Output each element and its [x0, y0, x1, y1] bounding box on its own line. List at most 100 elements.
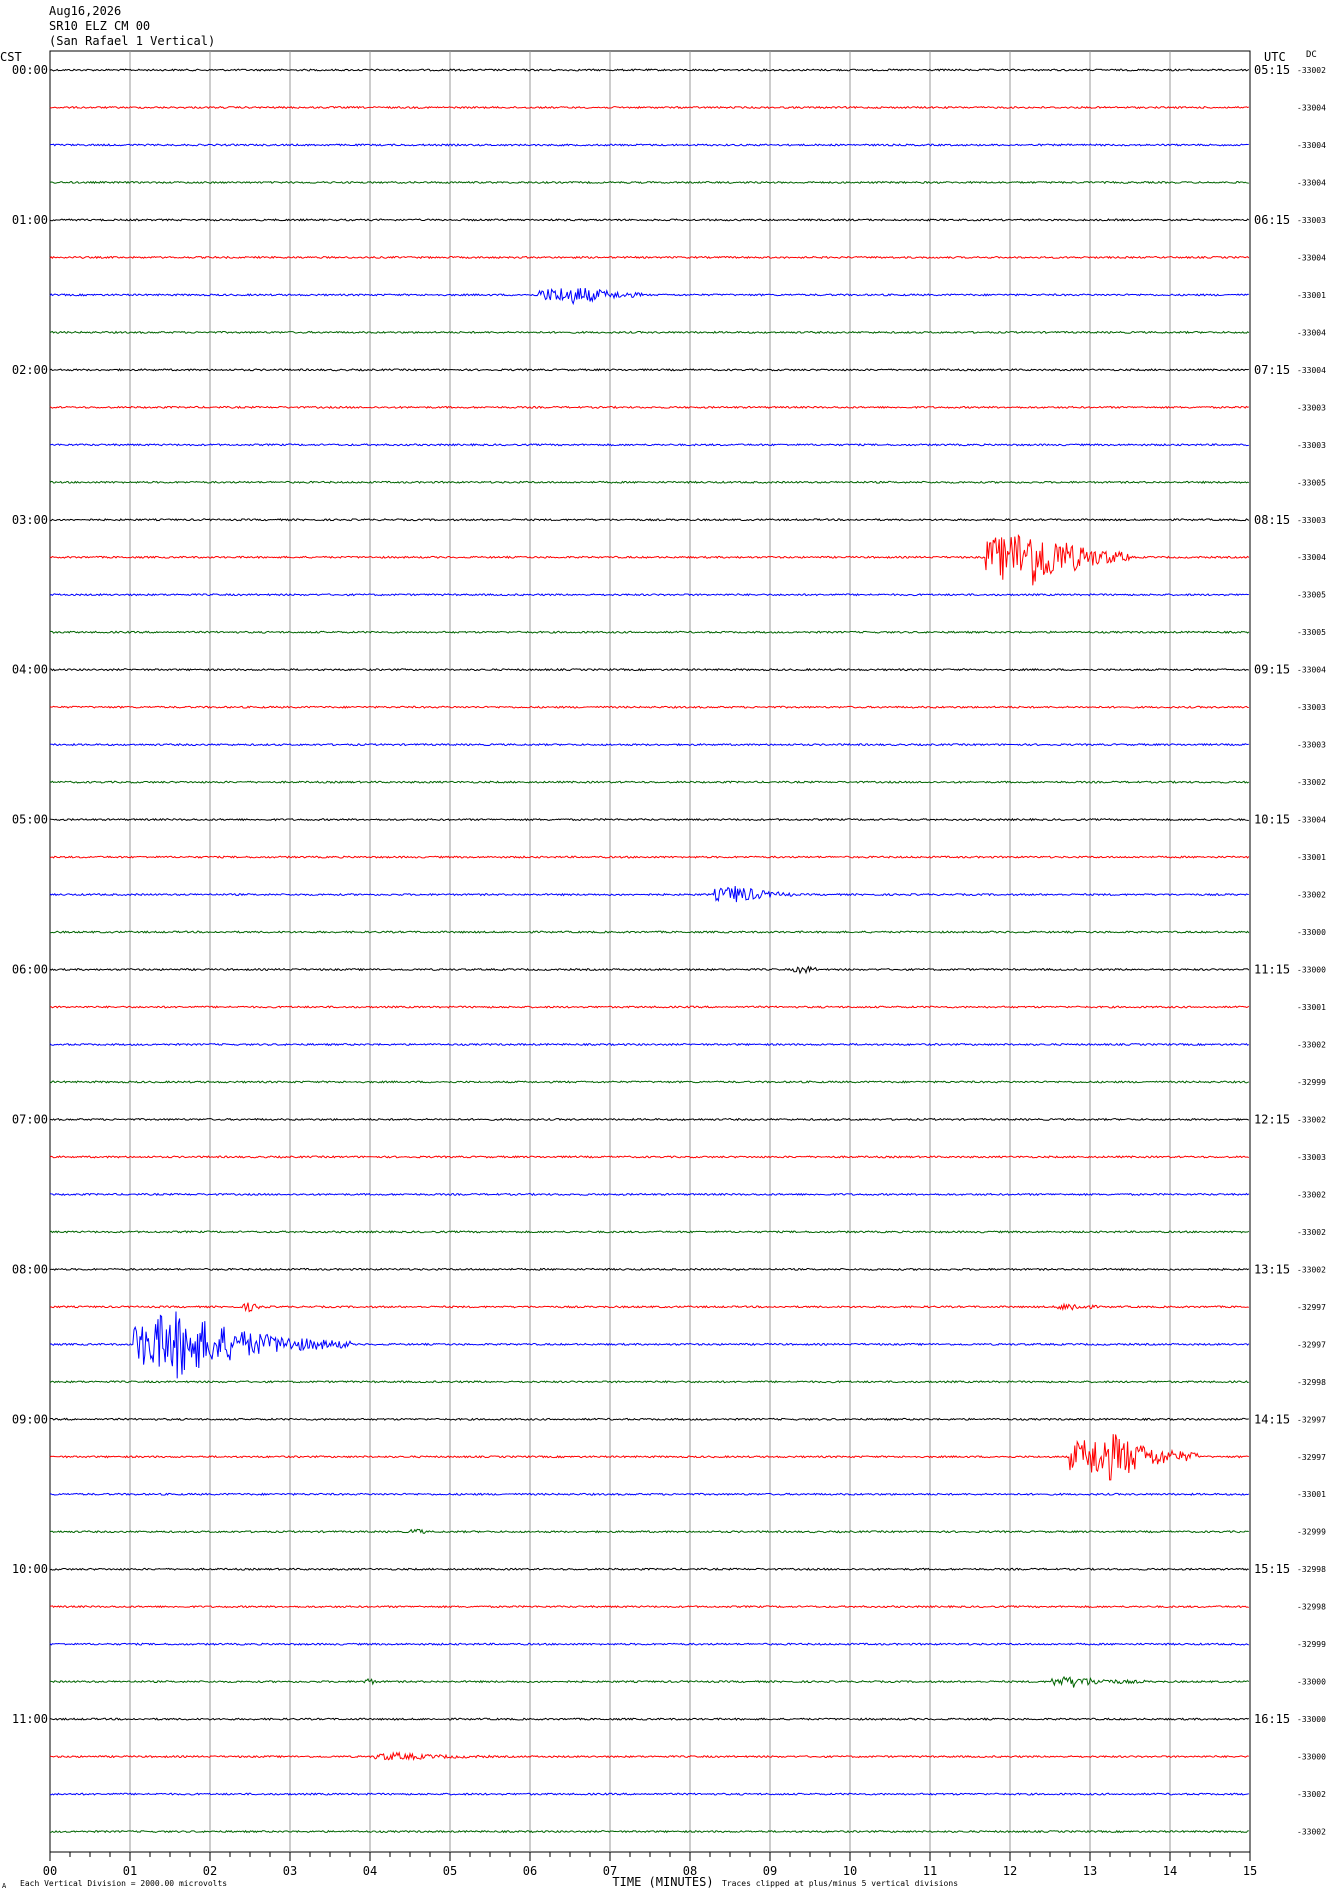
- hour-label-local: 07:00: [12, 1112, 48, 1126]
- dc-offset-label: -33003: [1297, 516, 1326, 525]
- trace-30: [49, 1192, 1250, 1197]
- hour-label-utc: 11:15: [1254, 963, 1290, 977]
- hour-label-utc: 12:15: [1254, 1112, 1290, 1126]
- dc-offset-label: -33003: [1297, 1153, 1326, 1162]
- trace-17: [49, 705, 1249, 709]
- hour-label-local: 06:00: [12, 963, 48, 977]
- trace-38: [49, 1492, 1250, 1496]
- dc-offset-label: -33002: [1297, 1190, 1326, 1199]
- trace-19: [49, 780, 1250, 784]
- hour-label-utc: 15:15: [1254, 1562, 1290, 1576]
- trace-46: [49, 1792, 1249, 1796]
- trace-20: [49, 817, 1249, 822]
- dc-offset-label: -33001: [1297, 291, 1326, 300]
- dc-offset-label: -32999: [1297, 1078, 1326, 1087]
- dc-offset-label: -33000: [1297, 1753, 1326, 1762]
- x-tick-label: 00: [43, 1864, 57, 1878]
- trace-0: [49, 68, 1250, 72]
- dc-offset-label: -33005: [1297, 478, 1326, 487]
- dc-offset-label: -33000: [1297, 1678, 1326, 1687]
- hour-label-local: 04:00: [12, 663, 48, 677]
- hour-label-utc: 09:15: [1254, 663, 1290, 677]
- dc-offset-label: -33000: [1297, 1715, 1326, 1724]
- hour-label-utc: 13:15: [1254, 1262, 1290, 1276]
- x-axis-title: TIME (MINUTES): [612, 1875, 713, 1889]
- right-timezone-label: UTC: [1264, 50, 1286, 64]
- dc-offset-label: -33002: [1297, 1040, 1326, 1049]
- trace-15: [49, 630, 1250, 634]
- hour-label-local: 05:00: [12, 813, 48, 827]
- clip-note: Traces clipped at plus/minus 5 vertical …: [722, 1879, 958, 1888]
- dc-offset-label: -32997: [1297, 1453, 1326, 1462]
- x-tick-label: 01: [123, 1864, 137, 1878]
- hour-label-utc: 06:15: [1254, 213, 1290, 227]
- dc-offset-label: -33002: [1297, 1115, 1326, 1124]
- hour-label-local: 01:00: [12, 213, 48, 227]
- trace-24: [49, 965, 1250, 975]
- trace-28: [49, 1117, 1250, 1122]
- dc-offset-label: -33003: [1297, 741, 1326, 750]
- dc-offset-label: -33002: [1297, 1790, 1326, 1799]
- dc-offset-label: -32998: [1297, 1378, 1326, 1387]
- dc-offset-label: -32997: [1297, 1415, 1326, 1424]
- trace-8: [49, 368, 1249, 372]
- trace-13: [49, 533, 1250, 586]
- dc-offset-label: -32998: [1297, 1603, 1326, 1612]
- dc-offset-label: -33002: [1297, 1828, 1326, 1837]
- x-tick-label: 11: [923, 1864, 937, 1878]
- x-tick-label: 06: [523, 1864, 537, 1878]
- trace-18: [49, 742, 1249, 747]
- trace-40: [49, 1567, 1249, 1571]
- trace-35: [49, 1380, 1249, 1384]
- trace-6: [49, 287, 1249, 306]
- trace-41: [49, 1604, 1249, 1609]
- trace-33: [49, 1302, 1249, 1313]
- dc-offset-label: -32999: [1297, 1528, 1326, 1537]
- dc-offset-label: -33000: [1297, 928, 1326, 937]
- trace-43: [49, 1675, 1250, 1688]
- trace-36: [49, 1417, 1249, 1421]
- x-tick-label: 03: [283, 1864, 297, 1878]
- trace-25: [49, 1005, 1250, 1009]
- trace-9: [49, 405, 1249, 410]
- dc-offset-label: -33002: [1297, 778, 1326, 787]
- trace-26: [49, 1042, 1250, 1047]
- scale-note: Each Vertical Division = 2000.00 microvo…: [20, 1879, 227, 1888]
- plot-frame: [49, 50, 1251, 1853]
- dc-offset-label: -33001: [1297, 853, 1326, 862]
- dc-header-label: DC: [1306, 50, 1317, 60]
- dc-offset-label: -32997: [1297, 1303, 1326, 1312]
- trace-22: [49, 886, 1249, 903]
- dc-offset-label: -33003: [1297, 703, 1326, 712]
- trace-4: [49, 218, 1250, 222]
- dc-offset-label: -33002: [1297, 1228, 1326, 1237]
- trace-42: [49, 1642, 1249, 1646]
- hour-label-utc: 07:15: [1254, 363, 1290, 377]
- trace-3: [49, 180, 1249, 185]
- dc-offset-label: -33003: [1297, 403, 1326, 412]
- x-tick-label: 09: [763, 1864, 777, 1878]
- seismogram-chart: 00:00 01:00 02:00 03:00 04:00 05:00 06:00 07:00…: [0, 50, 1326, 1890]
- x-tick-label: 05: [443, 1864, 457, 1878]
- trace-27: [49, 1080, 1250, 1084]
- x-tick-label: 13: [1083, 1864, 1097, 1878]
- hour-label-utc: 14:15: [1254, 1412, 1290, 1426]
- trace-39: [49, 1528, 1249, 1534]
- hour-label-utc: 10:15: [1254, 813, 1290, 827]
- trace-10: [49, 443, 1249, 447]
- dc-offset-label: -33003: [1297, 216, 1326, 225]
- dc-offset-label: -33003: [1297, 441, 1326, 450]
- trace-31: [49, 1230, 1250, 1234]
- dc-offset-label: -33001: [1297, 1003, 1326, 1012]
- trace-47: [49, 1829, 1249, 1834]
- trace-14: [49, 593, 1249, 597]
- hour-label-utc: 16:15: [1254, 1712, 1290, 1726]
- hour-label-local: 09:00: [12, 1412, 48, 1426]
- dc-offset-label: -33004: [1297, 103, 1326, 112]
- trace-16: [49, 667, 1249, 672]
- x-tick-label: 15: [1243, 1864, 1257, 1878]
- dc-offset-label: -33005: [1297, 591, 1326, 600]
- dc-offset-label: -33004: [1297, 178, 1326, 187]
- trace-11: [49, 480, 1249, 485]
- dc-offset-label: -33004: [1297, 253, 1326, 262]
